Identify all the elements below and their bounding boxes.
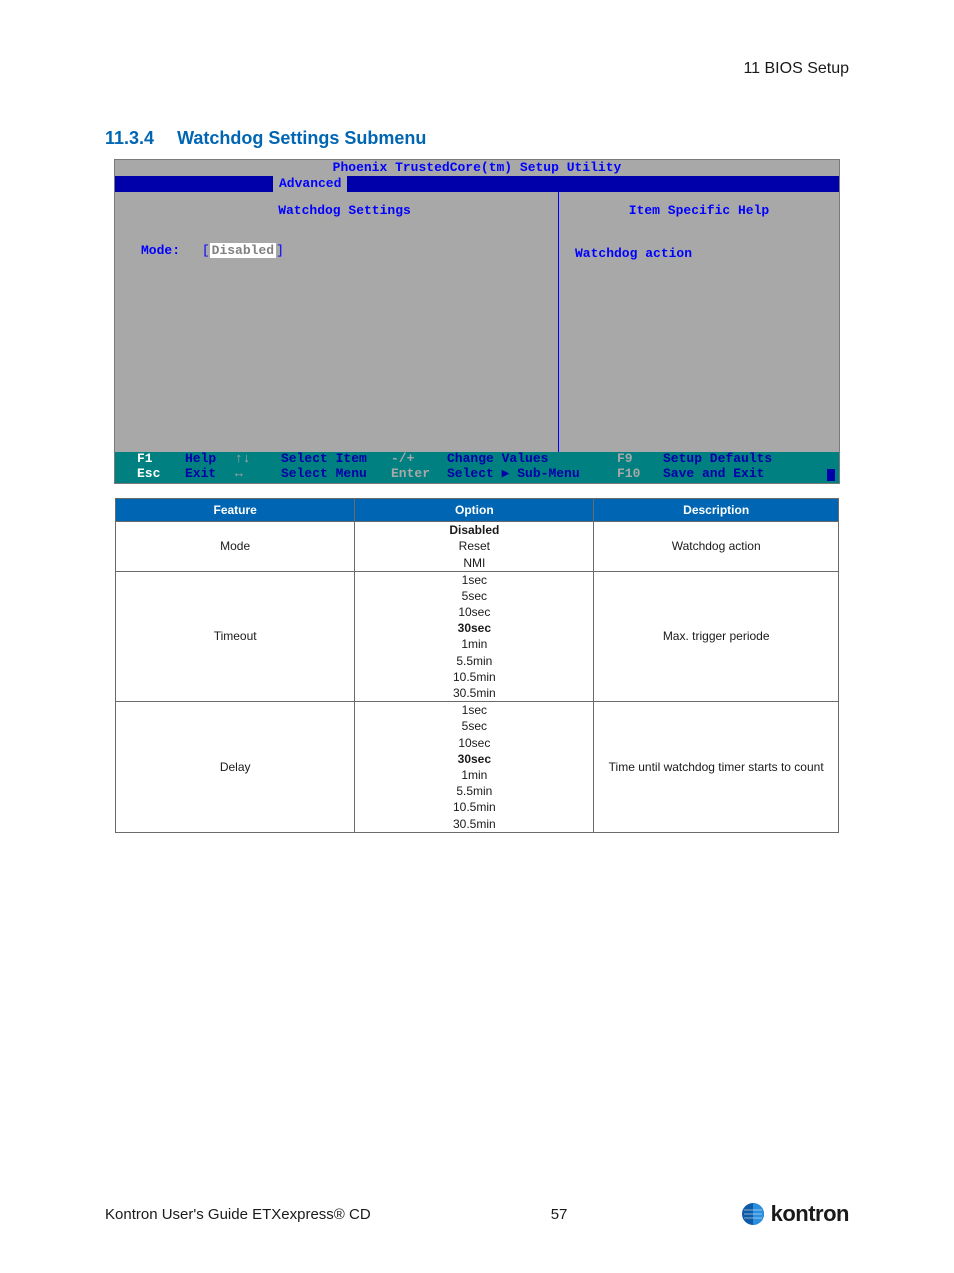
bios-help-text: Watchdog action [569,247,829,261]
cell-options: 1sec5sec10sec30sec1min5.5min10.5min30.5m… [355,571,594,702]
footer-page-number: 57 [551,1206,568,1223]
bios-screenshot: Phoenix TrustedCore(tm) Setup Utility Ad… [114,159,840,484]
bios-key-f9: F9 [617,452,663,467]
option-value: 30.5min [355,816,593,832]
option-value: 10sec [355,604,593,620]
th-feature: Feature [116,499,355,522]
bios-footer: F1 Help ↑↓ Select Item -/+ Change Values… [115,452,839,483]
table-row: Timeout1sec5sec10sec30sec1min5.5min10.5m… [116,571,839,702]
bios-key-f10: F10 [617,467,663,482]
bios-action-changevalues: Change Values [447,452,617,467]
bios-key-f1: F1 [137,452,185,467]
option-value: 30.5min [355,685,593,701]
option-value: Disabled [355,522,593,538]
section-heading: 11.3.4 Watchdog Settings Submenu [105,128,849,149]
bios-mode-row: Mode: [Disabled] [141,244,548,258]
cell-feature: Timeout [116,571,355,702]
bios-key-esc: Esc [137,467,185,482]
option-value: 5sec [355,718,593,734]
bios-utility-title: Phoenix TrustedCore(tm) Setup Utility [115,160,839,176]
bios-mode-label: Mode: [141,243,180,258]
option-value: 10.5min [355,799,593,815]
cell-options: 1sec5sec10sec30sec1min5.5min10.5min30.5m… [355,702,594,833]
option-value: 5.5min [355,783,593,799]
footer-logo: kontron [741,1201,849,1227]
options-table: Feature Option Description ModeDisabledR… [115,498,839,833]
kontron-logo-icon [741,1202,765,1226]
option-value: 1sec [355,702,593,718]
th-description: Description [594,499,839,522]
bios-mode-value: [Disabled] [202,244,284,258]
bios-action-exit: Exit [185,467,235,482]
option-value: 5.5min [355,653,593,669]
section-title: Watchdog Settings Submenu [177,128,426,148]
bios-menubar: Advanced [115,176,839,192]
bios-cursor-icon [827,469,835,481]
option-value: 30sec [355,620,593,636]
bios-action-help: Help [185,452,235,467]
table-row: Delay1sec5sec10sec30sec1min5.5min10.5min… [116,702,839,833]
bios-action-selectmenu: Select Menu [281,467,391,482]
option-value: Reset [355,538,593,554]
bios-action-selectitem: Select Item [281,452,391,467]
bios-menu-tab-advanced: Advanced [273,176,347,192]
cell-description: Max. trigger periode [594,571,839,702]
bios-key-plusminus: -/+ [391,452,447,467]
footer-guide: Kontron User's Guide ETXexpress® CD [105,1206,371,1223]
cell-feature: Mode [116,522,355,572]
cell-description: Watchdog action [594,522,839,572]
table-row: ModeDisabledResetNMIWatchdog action [116,522,839,572]
running-header: 11 BIOS Setup [105,60,849,78]
option-value: 10.5min [355,669,593,685]
option-value: 5sec [355,588,593,604]
bios-key-enter: Enter [391,467,447,482]
th-option: Option [355,499,594,522]
page-footer: Kontron User's Guide ETXexpress® CD 57 k… [105,1201,849,1227]
section-number: 11.3.4 [105,128,154,148]
bios-action-setupdefaults: Setup Defaults [663,452,829,467]
bios-action-selectsubmenu: Select ▶ Sub-Menu [447,467,617,482]
option-value: 1min [355,636,593,652]
option-value: NMI [355,555,593,571]
cell-options: DisabledResetNMI [355,522,594,572]
cell-description: Time until watchdog timer starts to coun… [594,702,839,833]
bios-page-title: Watchdog Settings [141,204,548,218]
option-value: 1sec [355,572,593,588]
bios-arrows-lr-icon: ↔ [235,467,281,482]
option-value: 10sec [355,735,593,751]
bios-arrows-ud-icon: ↑↓ [235,452,281,467]
footer-brand: kontron [771,1201,849,1227]
option-value: 30sec [355,751,593,767]
bios-help-header: Item Specific Help [569,204,829,218]
bios-action-saveexit: Save and Exit [663,467,829,482]
cell-feature: Delay [116,702,355,833]
option-value: 1min [355,767,593,783]
